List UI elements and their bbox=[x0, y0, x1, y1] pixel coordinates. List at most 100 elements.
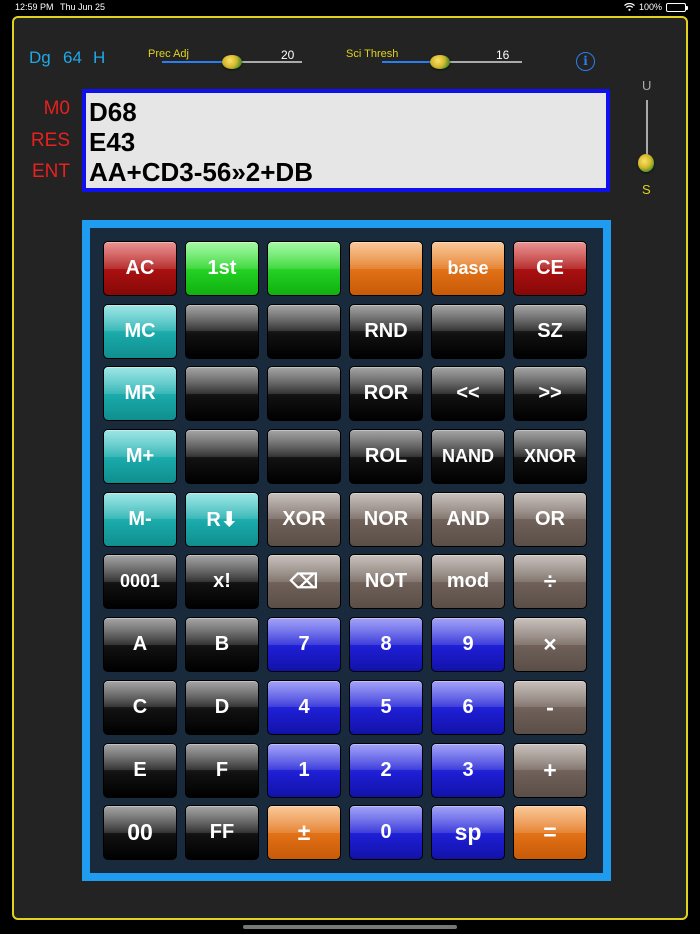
key-mr-button[interactable]: MR bbox=[103, 366, 177, 422]
key-label: M- bbox=[128, 507, 152, 530]
key-label: CE bbox=[536, 257, 564, 279]
key-1-button[interactable]: 1 bbox=[267, 742, 341, 798]
bit-width[interactable]: 64 bbox=[63, 48, 82, 68]
prec-adj-value: 20 bbox=[281, 48, 295, 62]
key-rol-button[interactable]: ROL bbox=[349, 429, 423, 485]
key-backspace-button[interactable]: ⌫ bbox=[267, 554, 341, 610]
key-and-button[interactable]: AND bbox=[431, 491, 505, 547]
key-minus-button[interactable]: - bbox=[513, 679, 587, 735]
key-label: ROR bbox=[363, 382, 409, 405]
sci-thresh-knob[interactable] bbox=[430, 55, 450, 69]
key-rnd-button[interactable]: RND bbox=[349, 303, 423, 359]
key-ce-button[interactable]: CE bbox=[513, 241, 587, 296]
key-f-button[interactable]: F bbox=[185, 742, 259, 798]
key-label: base bbox=[447, 258, 489, 278]
info-icon[interactable]: i bbox=[576, 52, 595, 71]
key-blank-20-button[interactable] bbox=[267, 429, 341, 485]
key-not-button[interactable]: NOT bbox=[349, 554, 423, 610]
key-xor-button[interactable]: XOR bbox=[267, 491, 341, 547]
key-m--button[interactable]: M- bbox=[103, 491, 177, 547]
key-shift-right-button[interactable]: >> bbox=[513, 366, 587, 422]
key-label: ROL bbox=[364, 445, 408, 468]
key-blank-13-button[interactable] bbox=[185, 366, 259, 422]
key-nand-button[interactable]: NAND bbox=[431, 429, 505, 485]
display-ent: AA+CD3-56»2+DB bbox=[89, 157, 313, 187]
key-00-button[interactable]: 00 bbox=[103, 805, 177, 861]
key-sp-button[interactable]: sp bbox=[431, 805, 505, 861]
key-9-button[interactable]: 9 bbox=[431, 617, 505, 673]
key-mc-button[interactable]: MC bbox=[103, 303, 177, 359]
sci-thresh-slider[interactable] bbox=[382, 61, 522, 63]
register-label-res: RES bbox=[30, 130, 70, 151]
key-label: ÷ bbox=[543, 568, 557, 595]
key-2-button[interactable]: 2 bbox=[349, 742, 423, 798]
key-e-button[interactable]: E bbox=[103, 742, 177, 798]
key-divide-button[interactable]: ÷ bbox=[513, 554, 587, 610]
key-or-button[interactable]: OR bbox=[513, 491, 587, 547]
key-blank-7-button[interactable] bbox=[185, 303, 259, 359]
home-indicator bbox=[243, 925, 457, 929]
key-label: NOT bbox=[364, 570, 408, 593]
key-label: XNOR bbox=[523, 446, 576, 467]
key-sz-button[interactable]: SZ bbox=[513, 303, 587, 359]
key-base-button[interactable]: base bbox=[431, 241, 505, 296]
number-base[interactable]: H bbox=[93, 48, 105, 68]
key-nor-button[interactable]: NOR bbox=[349, 491, 423, 547]
key-b-button[interactable]: B bbox=[185, 617, 259, 673]
key-shift-left-button[interactable]: << bbox=[431, 366, 505, 422]
key-7-button[interactable]: 7 bbox=[267, 617, 341, 673]
display-m0: D68 bbox=[89, 97, 137, 127]
battery-icon bbox=[666, 2, 688, 12]
key-m--button[interactable]: M+ bbox=[103, 429, 177, 485]
vertical-slider[interactable] bbox=[646, 100, 648, 156]
key-blank-14-button[interactable] bbox=[267, 366, 341, 422]
key-label: AC bbox=[125, 257, 155, 279]
key-label: × bbox=[543, 631, 557, 658]
key-roll-down-button[interactable]: R⬇ bbox=[185, 491, 259, 547]
key-a-button[interactable]: A bbox=[103, 617, 177, 673]
key-d-button[interactable]: D bbox=[185, 679, 259, 735]
key-c-button[interactable]: C bbox=[103, 679, 177, 735]
key-blank-19-button[interactable] bbox=[185, 429, 259, 485]
key-label: AND bbox=[446, 507, 490, 530]
status-right: 100% bbox=[624, 2, 688, 12]
key-label: ⌫ bbox=[289, 571, 319, 594]
key-label: mod bbox=[446, 570, 490, 593]
key-label: SZ bbox=[537, 319, 563, 342]
key-multiply-button[interactable]: × bbox=[513, 617, 587, 673]
key-ac-button[interactable]: AC bbox=[103, 241, 177, 296]
key-blank-8-button[interactable] bbox=[267, 303, 341, 359]
sci-thresh-label: Sci Thresh bbox=[346, 48, 399, 60]
key-plus-minus-button[interactable]: ± bbox=[267, 805, 341, 861]
key-mod-button[interactable]: mod bbox=[431, 554, 505, 610]
key-blank-2-button[interactable] bbox=[267, 241, 341, 296]
display-panel[interactable]: D68 E43 AA+CD3-56»2+DB bbox=[82, 89, 610, 192]
key-5-button[interactable]: 5 bbox=[349, 679, 423, 735]
key-equals-button[interactable]: = bbox=[513, 805, 587, 861]
key-label: 9 bbox=[462, 633, 474, 656]
keypad-inner: AC 1st base CE MC RND SZ MR ROR << >> M+ ROL NAND XNOR… bbox=[90, 228, 603, 873]
key-ff-button[interactable]: FF bbox=[185, 805, 259, 861]
key-6-button[interactable]: 6 bbox=[431, 679, 505, 735]
key-label: = bbox=[543, 819, 557, 846]
key-ror-button[interactable]: ROR bbox=[349, 366, 423, 422]
key-grid: AC 1st base CE MC RND SZ MR ROR << >> M+ ROL NAND XNOR… bbox=[103, 241, 587, 861]
key-factorial-button[interactable]: x! bbox=[185, 554, 259, 610]
key-xnor-button[interactable]: XNOR bbox=[513, 429, 587, 485]
key-8-button[interactable]: 8 bbox=[349, 617, 423, 673]
key-3-button[interactable]: 3 bbox=[431, 742, 505, 798]
key-4-button[interactable]: 4 bbox=[267, 679, 341, 735]
key-label: B bbox=[214, 633, 230, 656]
key-1st-button[interactable]: 1st bbox=[185, 241, 259, 296]
key-label: A bbox=[132, 633, 148, 656]
prec-adj-knob[interactable] bbox=[222, 55, 242, 69]
key-blank-10-button[interactable] bbox=[431, 303, 505, 359]
degree-mode[interactable]: Dg bbox=[29, 48, 51, 68]
key-blank-3-button[interactable] bbox=[349, 241, 423, 296]
key-0001-button[interactable]: 0001 bbox=[103, 554, 177, 610]
key-plus-button[interactable]: + bbox=[513, 742, 587, 798]
register-label-ent: ENT bbox=[32, 161, 70, 182]
vertical-slider-knob[interactable] bbox=[638, 154, 654, 172]
key-0-button[interactable]: 0 bbox=[349, 805, 423, 861]
status-bar: 12:59 PM Thu Jun 25 100% bbox=[0, 0, 700, 14]
